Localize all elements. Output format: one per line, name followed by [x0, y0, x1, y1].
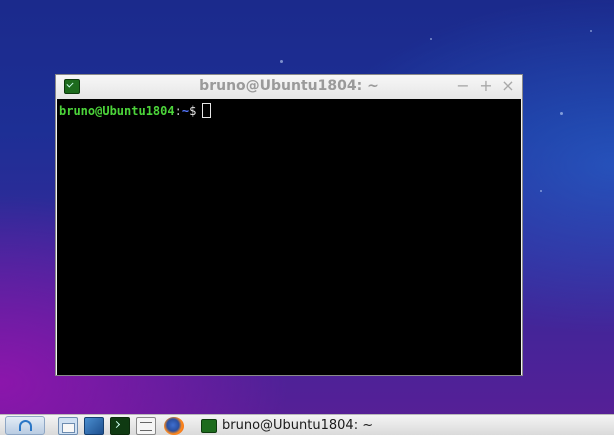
- screenshot-icon[interactable]: [84, 417, 104, 435]
- maximize-button[interactable]: +: [476, 76, 496, 96]
- file-manager-icon[interactable]: [58, 417, 78, 435]
- sparkle: [540, 190, 542, 192]
- taskbar: bruno@Ubuntu1804: ~: [0, 414, 614, 435]
- terminal-window[interactable]: bruno@Ubuntu1804: ~ − + × bruno@Ubuntu18…: [55, 74, 523, 376]
- window-titlebar[interactable]: bruno@Ubuntu1804: ~ − + ×: [56, 75, 522, 99]
- taskbar-item-terminal[interactable]: bruno@Ubuntu1804: ~: [196, 416, 614, 435]
- prompt-path: ~: [181, 104, 190, 118]
- prompt-symbol: $: [189, 104, 197, 118]
- close-button[interactable]: ×: [498, 76, 518, 96]
- prompt-user-host: bruno@Ubuntu1804: [59, 104, 175, 118]
- sparkle: [280, 60, 283, 63]
- terminal-icon: [201, 419, 217, 433]
- text-cursor: [202, 103, 212, 118]
- start-menu-button[interactable]: [5, 416, 45, 435]
- start-logo-icon: [19, 420, 32, 431]
- terminal-icon[interactable]: [110, 417, 130, 435]
- minimize-button[interactable]: −: [453, 76, 473, 96]
- prompt-separator: :: [174, 104, 182, 118]
- sparkle: [560, 112, 563, 115]
- terminal-area[interactable]: bruno@Ubuntu1804:~$: [57, 99, 521, 375]
- firefox-icon[interactable]: [164, 417, 184, 435]
- taskbar-item-label: bruno@Ubuntu1804: ~: [222, 418, 374, 433]
- sparkle: [590, 30, 592, 32]
- text-editor-icon[interactable]: [136, 417, 156, 435]
- sparkle: [430, 38, 432, 40]
